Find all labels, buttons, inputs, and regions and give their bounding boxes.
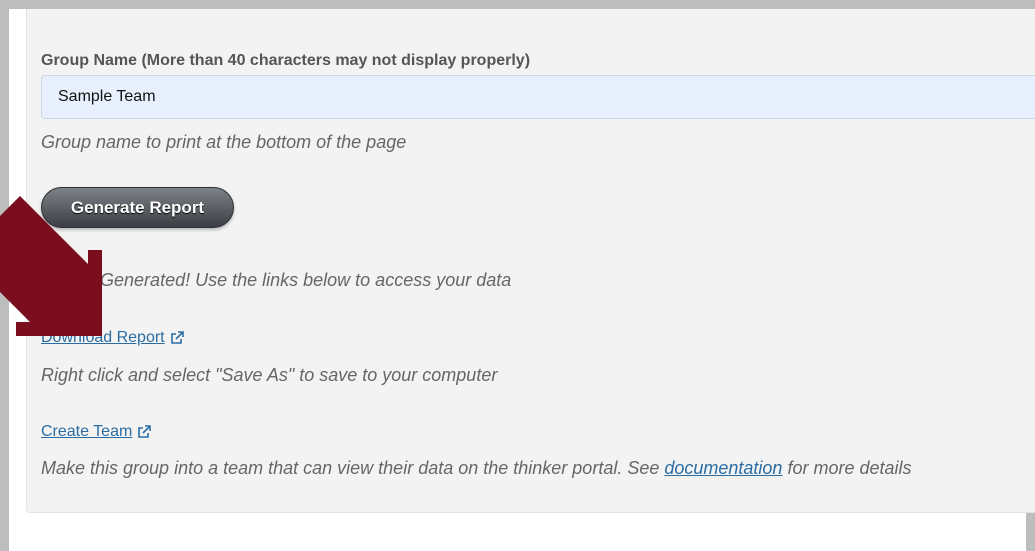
group-name-input[interactable]: Sample Team — [41, 75, 1035, 119]
create-team-help: Make this group into a team that can vie… — [41, 458, 912, 479]
group-name-label: Group Name (More than 40 characters may … — [41, 52, 531, 69]
create-team-help-suffix: for more details — [782, 458, 912, 478]
external-link-icon — [170, 331, 184, 344]
status-message: Report Generated! Use the links below to… — [41, 270, 512, 290]
create-team-help-prefix: Make this group into a team that can vie… — [41, 458, 665, 478]
external-link-icon — [138, 425, 152, 438]
group-name-help: Group name to print at the bottom of the… — [41, 132, 407, 152]
download-help: Right click and select "Save As" to save… — [41, 365, 498, 385]
create-team-label: Create Team — [41, 423, 133, 440]
documentation-link[interactable]: documentation — [664, 458, 782, 478]
create-team-link[interactable]: Create Team — [41, 423, 152, 441]
down-left-arrow-icon — [0, 196, 102, 336]
